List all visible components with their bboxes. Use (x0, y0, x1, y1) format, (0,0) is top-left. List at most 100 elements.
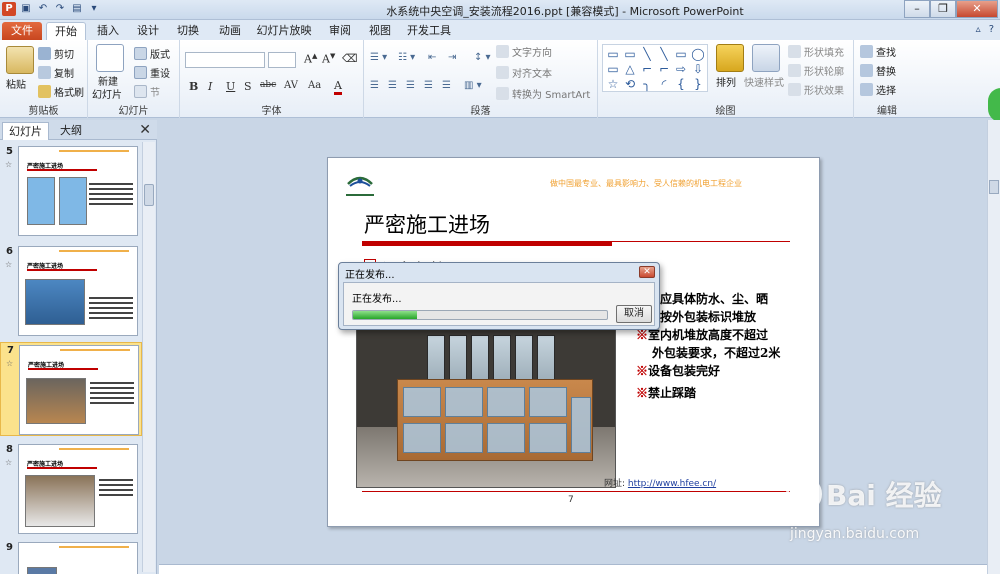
format-painter-button[interactable]: 格式刷 (38, 84, 84, 99)
shape-right-arrow-icon[interactable]: ⇨ (673, 62, 689, 76)
paste-button[interactable]: 粘贴 (6, 76, 26, 91)
find-button[interactable]: 查找 (860, 44, 896, 59)
underline-button[interactable]: U (226, 80, 235, 93)
shape-arc2-icon[interactable]: ◜ (656, 77, 672, 91)
bullet-list[interactable]: 堆放应具体防水、尘、晒 设备按外包装标识堆放 ※室内机堆放高度不超过 外包装要求… (636, 290, 816, 402)
distributed-button[interactable]: ☰ (442, 80, 451, 91)
shape-elbow-icon[interactable]: ⌐ (639, 62, 655, 76)
shadow-button[interactable]: S (244, 80, 252, 93)
italic-button[interactable]: I (208, 80, 212, 93)
change-case-button[interactable]: Aa (308, 80, 321, 91)
scroll-thumb[interactable] (989, 180, 999, 194)
align-center-button[interactable]: ☰ (388, 80, 397, 91)
shape-arrow-line-icon[interactable]: ╲ (656, 47, 672, 61)
char-spacing-button[interactable]: AV (284, 80, 298, 91)
slide-thumbnail-5[interactable]: 5 ☆ 严密施工进场 (0, 144, 142, 238)
new-slide-dropdown[interactable]: 幻灯片 (92, 86, 122, 101)
clear-format-icon[interactable]: ⌫ (342, 52, 358, 65)
editor-vertical-scrollbar[interactable] (987, 120, 1000, 574)
align-left-button[interactable]: ☰ (370, 80, 379, 91)
shape-rect2-icon[interactable]: ▭ (673, 47, 689, 61)
shape-fill-button[interactable]: 形状填充 (788, 44, 844, 59)
minimize-button[interactable]: – (904, 0, 930, 18)
shape-left-brace-icon[interactable]: { (673, 77, 689, 91)
shape-rounded-rect-icon[interactable]: ▭ (605, 62, 621, 76)
smartart-button[interactable]: 转换为 SmartArt (496, 86, 590, 101)
shape-line-icon[interactable]: ╲ (639, 47, 655, 61)
slide-thumbnail-6[interactable]: 6 ☆ 严密施工进场 (0, 244, 142, 338)
increase-indent-button[interactable]: ⇥ (448, 52, 456, 63)
layout-button[interactable]: 版式 (134, 46, 170, 61)
current-slide[interactable]: 做中国最专业、最具影响力、受人信赖的机电工程企业 严密施工进场 设备保护 (327, 157, 820, 527)
shape-rectangle-icon[interactable]: ▭ (605, 47, 621, 61)
scroll-thumb[interactable] (144, 184, 154, 206)
quick-styles-button[interactable]: 快速样式 (744, 74, 784, 89)
new-slide-icon[interactable] (96, 44, 124, 72)
website-link[interactable]: http://www.hfee.cn/ (628, 479, 716, 489)
justify-button[interactable]: ☰ (424, 80, 433, 91)
tab-review[interactable]: 审阅 (322, 22, 358, 40)
slide-thumbnail-7[interactable]: 7 ☆ 严密施工进场 (0, 342, 142, 436)
tab-transitions[interactable]: 切换 (170, 22, 206, 40)
shape-effects-button[interactable]: 形状效果 (788, 82, 844, 97)
columns-button[interactable]: ▥ ▾ (464, 80, 482, 91)
shape-outline-button[interactable]: 形状轮廓 (788, 63, 844, 78)
slide-thumbnail-8[interactable]: 8 ☆ 严密施工进场 (0, 442, 142, 536)
close-window-button[interactable]: ✕ (956, 0, 998, 18)
tab-outline[interactable]: 大纲 (54, 122, 88, 140)
align-text-button[interactable]: 对齐文本 (496, 65, 552, 80)
tab-view[interactable]: 视图 (362, 22, 398, 40)
decrease-indent-button[interactable]: ⇤ (428, 52, 436, 63)
font-color-button[interactable]: A (334, 80, 342, 95)
replace-button[interactable]: 替换 (860, 63, 896, 78)
numbering-button[interactable]: ☷ ▾ (398, 52, 415, 63)
text-direction-button[interactable]: 文字方向 (496, 44, 552, 59)
shape-elbow2-icon[interactable]: ⌐ (656, 62, 672, 76)
help-icon[interactable]: ? (989, 24, 994, 35)
tab-design[interactable]: 设计 (130, 22, 166, 40)
line-spacing-button[interactable]: ↕ ▾ (474, 52, 491, 63)
shape-curve-icon[interactable]: ⟲ (622, 77, 638, 91)
thumbnail-scrollbar[interactable] (142, 142, 155, 572)
tab-file[interactable]: 文件 (2, 22, 42, 40)
slide-thumbnail-9[interactable]: 9 (0, 540, 142, 574)
grow-font-icon[interactable]: A▲ (304, 52, 317, 66)
select-button[interactable]: 选择 (860, 82, 896, 97)
align-right-button[interactable]: ☰ (406, 80, 415, 91)
cancel-button[interactable]: 取消 (616, 305, 652, 323)
dialog-close-button[interactable]: ✕ (639, 266, 655, 278)
font-size-combo[interactable] (268, 52, 296, 68)
close-panel-icon[interactable]: ✕ (139, 122, 151, 138)
restore-button[interactable]: ❐ (930, 0, 956, 18)
bullets-button[interactable]: ☰ ▾ (370, 52, 387, 63)
minimize-ribbon-icon[interactable]: ▵ (976, 24, 981, 35)
tab-developer[interactable]: 开发工具 (404, 22, 454, 40)
bold-button[interactable]: B (189, 80, 198, 93)
tab-home[interactable]: 开始 (46, 22, 86, 40)
shape-right-brace-icon[interactable]: } (690, 77, 706, 91)
shape-textbox-icon[interactable]: ▭ (622, 47, 638, 61)
quick-styles-icon[interactable] (752, 44, 780, 72)
tab-insert[interactable]: 插入 (90, 22, 126, 40)
section-button[interactable]: 节 (134, 84, 160, 99)
copy-button[interactable]: 复制 (38, 65, 74, 80)
shrink-font-icon[interactable]: A▼ (322, 52, 335, 66)
cut-button[interactable]: 剪切 (38, 46, 74, 61)
slide-title[interactable]: 严密施工进场 (364, 209, 490, 239)
reset-button[interactable]: 重设 (134, 65, 170, 80)
strikethrough-button[interactable]: abc (260, 80, 276, 90)
tab-animations[interactable]: 动画 (212, 22, 248, 40)
arrange-icon[interactable] (716, 44, 744, 72)
notes-pane[interactable] (159, 564, 987, 574)
shape-arc-icon[interactable]: ╮ (639, 77, 655, 91)
equipment-photo[interactable] (356, 326, 616, 488)
font-name-combo[interactable] (185, 52, 265, 68)
tab-slideshow[interactable]: 幻灯片放映 (254, 22, 314, 40)
paste-icon[interactable] (6, 46, 34, 74)
tab-slides[interactable]: 幻灯片 (2, 122, 49, 140)
shape-star-icon[interactable]: ☆ (605, 77, 621, 91)
shapes-gallery[interactable]: ▭ ▭ ╲ ╲ ▭ ◯ ▭ △ ⌐ ⌐ ⇨ ⇩ ☆ ⟲ ╮ ◜ { } (602, 44, 708, 92)
shape-triangle-icon[interactable]: △ (622, 62, 638, 76)
shape-oval-icon[interactable]: ◯ (690, 47, 706, 61)
arrange-button[interactable]: 排列 (716, 74, 736, 89)
